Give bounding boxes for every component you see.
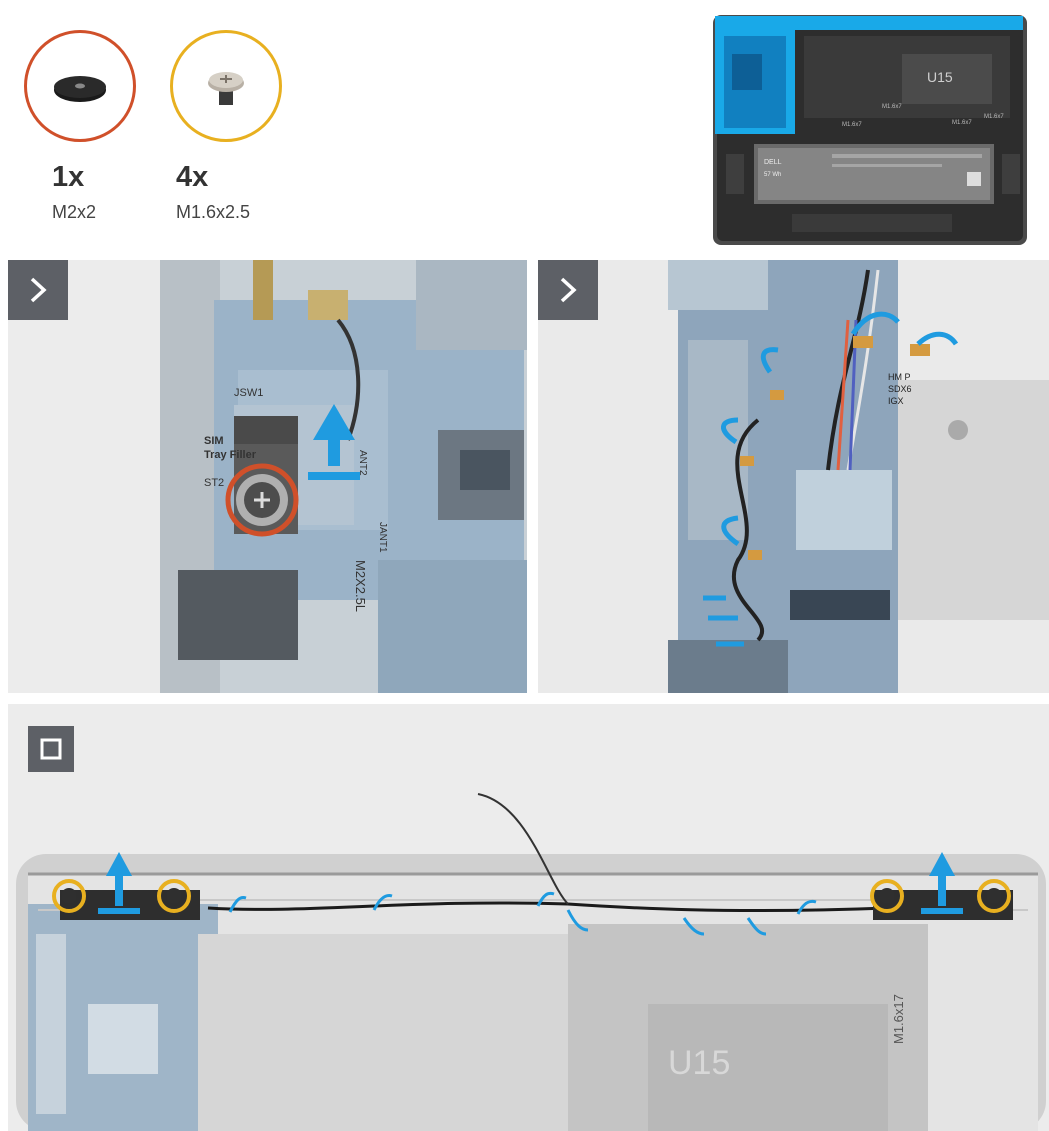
sim-bracket [234, 416, 298, 444]
svg-text:M1.6x7: M1.6x7 [952, 120, 972, 126]
chevron-right-icon [560, 277, 577, 303]
svg-text:Tray Filler: Tray Filler [204, 449, 257, 461]
step-panel-2: HM P SDX6 IGX [538, 260, 1049, 693]
screw-ring [170, 30, 282, 142]
step-panel-3: U15 M1.6x17 [8, 704, 1049, 1131]
highlight-antenna-area [715, 16, 1023, 30]
svg-text:ANT2: ANT2 [357, 450, 368, 476]
screw-size: M2x2 [52, 202, 97, 222]
svg-text:M1.6x17: M1.6x17 [891, 994, 906, 1044]
chevron-right-icon [30, 277, 47, 303]
svg-text:IGX: IGX [888, 396, 904, 406]
overview-diagram: U15 M1.6x7 M1.6x7 M1.6x7 M1.6x7 DELL 57 … [712, 14, 1028, 246]
stop-square-icon [40, 738, 62, 760]
step-icon [538, 260, 598, 320]
panel-2-illustration: HM P SDX6 IGX [538, 260, 1049, 693]
svg-text:SDX6: SDX6 [888, 384, 912, 394]
svg-text:57 Wh: 57 Wh [764, 172, 781, 178]
pan-head-screw-icon [208, 72, 244, 105]
label-u15: U15 [668, 1044, 730, 1082]
svg-text:M1.6x7: M1.6x7 [984, 114, 1004, 120]
svg-text:JSW1: JSW1 [234, 387, 263, 399]
flat-head-screw-icon [54, 76, 106, 102]
svg-text:HM P: HM P [888, 372, 911, 382]
panel-3-illustration: U15 M1.6x17 [8, 704, 1049, 1131]
screw-qty: 1x [52, 161, 85, 193]
svg-text:M2X2.5L: M2X2.5L [353, 560, 368, 612]
svg-text:JANT1: JANT1 [377, 522, 388, 553]
screw-legend: 1x M2x2 4x M1.6x2.5 [0, 0, 420, 245]
screw-size: M1.6x2.5 [176, 202, 251, 222]
svg-text:M1.6x7: M1.6x7 [842, 122, 862, 128]
screw-qty: 4x [176, 161, 209, 193]
overview-label-dell: DELL [764, 159, 782, 166]
panel-1-illustration: JSW1 SIM Tray Filler ST2 ANT2 JANT1 M2X2… [8, 260, 527, 693]
step-icon [8, 260, 68, 320]
laptop-base-illustration: U15 M1.6x7 M1.6x7 M1.6x7 M1.6x7 DELL 57 … [713, 15, 1027, 245]
step-panel-1: JSW1 SIM Tray Filler ST2 ANT2 JANT1 M2X2… [8, 260, 527, 693]
svg-text:SIM: SIM [204, 435, 224, 447]
svg-text:M1.6x7: M1.6x7 [882, 104, 902, 110]
overview-label-u15: U15 [927, 69, 953, 85]
step-icon [28, 726, 74, 772]
svg-text:ST2: ST2 [204, 477, 224, 489]
screw-ring [24, 30, 136, 142]
